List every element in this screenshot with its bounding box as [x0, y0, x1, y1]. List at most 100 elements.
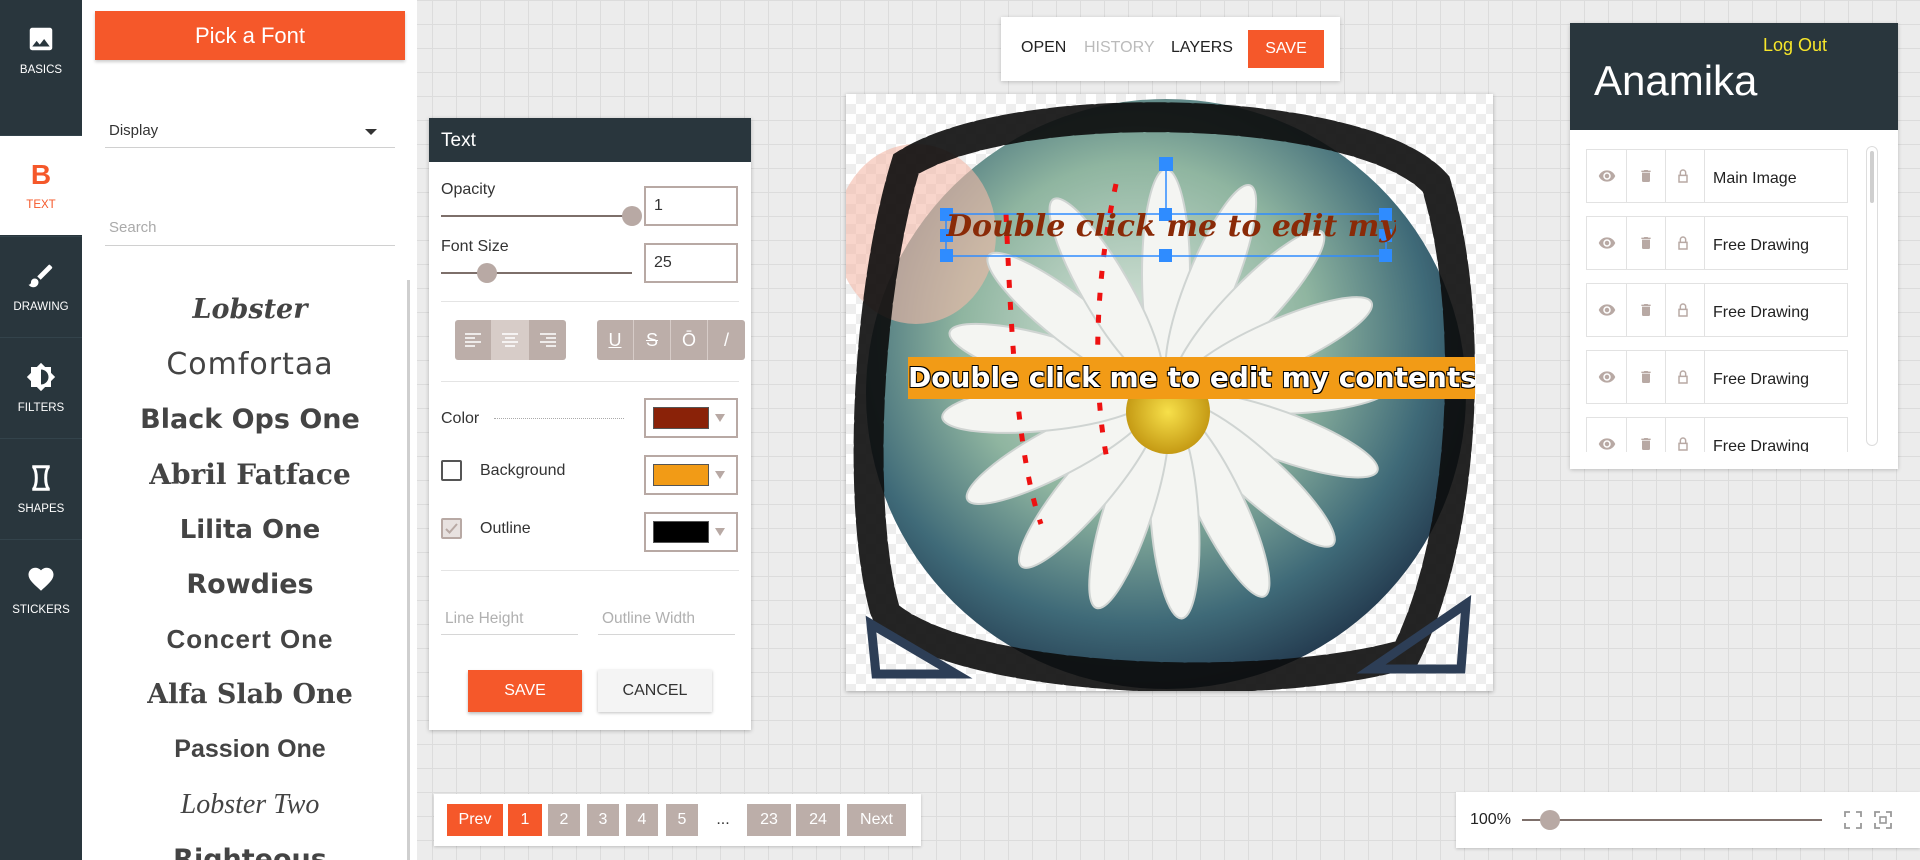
- eye-icon[interactable]: [1597, 301, 1617, 319]
- layer-separator: [1704, 284, 1705, 336]
- align-center-icon: [502, 333, 518, 347]
- page-button-23[interactable]: 23: [747, 804, 791, 836]
- font-list-scrollbar[interactable]: [407, 280, 410, 860]
- font-item-lilita-one[interactable]: Lilita One: [105, 502, 395, 557]
- font-item-concert-one[interactable]: Concert One: [105, 612, 395, 667]
- layer-row[interactable]: Free Drawing: [1586, 283, 1848, 337]
- layer-row[interactable]: Main Image: [1586, 149, 1848, 203]
- layer-separator: [1626, 284, 1627, 336]
- layer-row[interactable]: Free Drawing: [1586, 216, 1848, 270]
- text-align-group: [455, 320, 566, 360]
- eye-icon[interactable]: [1597, 435, 1617, 452]
- fullscreen-icon[interactable]: [1873, 810, 1893, 830]
- lock-icon[interactable]: [1675, 435, 1691, 452]
- layer-name: Free Drawing: [1713, 438, 1810, 452]
- zoom-slider[interactable]: [1522, 819, 1822, 821]
- trash-icon[interactable]: [1638, 368, 1654, 386]
- eye-icon[interactable]: [1597, 368, 1617, 386]
- layer-row-clip: Free Drawing: [1586, 417, 1848, 452]
- open-button[interactable]: OPEN: [1021, 39, 1066, 57]
- layer-separator: [1665, 150, 1666, 202]
- font-item-black-ops-one[interactable]: Black Ops One: [105, 392, 395, 447]
- trash-icon[interactable]: [1638, 301, 1654, 319]
- nav-drawing[interactable]: DRAWING: [0, 236, 82, 336]
- font-category-select[interactable]: Display: [105, 114, 395, 148]
- lock-icon[interactable]: [1675, 368, 1691, 386]
- next-page-button[interactable]: Next: [847, 804, 906, 836]
- pick-font-button[interactable]: Pick a Font: [95, 11, 405, 60]
- history-button[interactable]: HISTORY: [1084, 39, 1155, 57]
- layers-scrollbar-thumb[interactable]: [1870, 151, 1874, 203]
- layer-row[interactable]: Free Drawing: [1586, 350, 1848, 404]
- strikethrough-button[interactable]: S: [634, 320, 671, 360]
- save-button[interactable]: SAVE: [1248, 30, 1324, 68]
- opacity-slider[interactable]: [441, 215, 632, 217]
- background-color-picker[interactable]: [644, 455, 738, 495]
- opacity-slider-thumb[interactable]: [622, 206, 642, 226]
- layers-button[interactable]: LAYERS: [1171, 39, 1233, 57]
- page-button-2[interactable]: 2: [548, 804, 580, 836]
- outline-checkbox[interactable]: [441, 518, 462, 539]
- font-item-rowdies[interactable]: Rowdies: [105, 557, 395, 612]
- font-size-slider-thumb[interactable]: [477, 263, 497, 283]
- font-item-lobster[interactable]: Lobster: [105, 282, 395, 337]
- nav-basics[interactable]: BASICS: [0, 0, 82, 100]
- background-checkbox[interactable]: [441, 460, 462, 481]
- italic-button[interactable]: /: [708, 320, 745, 360]
- page-button-3[interactable]: 3: [587, 804, 619, 836]
- prev-page-button[interactable]: Prev: [447, 804, 503, 836]
- lock-icon[interactable]: [1675, 301, 1691, 319]
- line-height-input[interactable]: Line Height: [441, 601, 578, 635]
- nav-filters[interactable]: FILTERS: [0, 337, 82, 437]
- outline-color-picker[interactable]: [644, 512, 738, 552]
- font-item-abril-fatface[interactable]: Abril Fatface: [105, 447, 395, 502]
- font-size-slider[interactable]: [441, 272, 632, 274]
- layer-row[interactable]: Free Drawing: [1586, 417, 1848, 452]
- outline-color-swatch: [653, 521, 709, 543]
- layers-scrollbar[interactable]: [1866, 146, 1878, 446]
- trash-icon[interactable]: [1638, 234, 1654, 252]
- text-save-button[interactable]: SAVE: [468, 670, 582, 712]
- canvas-text-highlight[interactable]: Double click me to edit my contents.: [908, 357, 1475, 399]
- font-item-alfa-slab-one[interactable]: Alfa Slab One: [105, 667, 395, 722]
- lock-icon[interactable]: [1675, 167, 1691, 185]
- zoom-slider-thumb[interactable]: [1540, 810, 1560, 830]
- logout-link[interactable]: Log Out: [1763, 35, 1827, 56]
- trash-icon[interactable]: [1638, 167, 1654, 185]
- font-list: Lobster Comfortaa Black Ops One Abril Fa…: [105, 282, 395, 860]
- text-cancel-button[interactable]: CANCEL: [598, 670, 712, 712]
- align-right-button[interactable]: [529, 320, 566, 360]
- nav-shapes[interactable]: SHAPES: [0, 438, 82, 538]
- align-left-button[interactable]: [455, 320, 492, 360]
- lock-icon[interactable]: [1675, 234, 1691, 252]
- font-item-lobster-two[interactable]: Lobster Two: [105, 777, 395, 832]
- outline-width-input[interactable]: Outline Width: [598, 601, 735, 635]
- overline-button[interactable]: Ō: [671, 320, 708, 360]
- eye-icon[interactable]: [1597, 167, 1617, 185]
- font-search-input[interactable]: [105, 210, 395, 246]
- canvas-text-selected[interactable]: Double click me to edit my contents.: [946, 209, 1396, 244]
- text-color-picker[interactable]: [644, 398, 738, 438]
- underline-button[interactable]: U: [597, 320, 634, 360]
- page-ellipsis: ...: [716, 811, 730, 828]
- font-item-righteous[interactable]: Righteous: [105, 832, 395, 860]
- page-button-24[interactable]: 24: [796, 804, 840, 836]
- zoom-level: 100%: [1470, 811, 1511, 828]
- nav-text[interactable]: B TEXT: [0, 135, 82, 235]
- trash-icon[interactable]: [1638, 435, 1654, 452]
- font-item-passion-one[interactable]: Passion One: [105, 722, 395, 777]
- opacity-input[interactable]: 1: [644, 186, 738, 226]
- page-button-1[interactable]: 1: [508, 804, 542, 836]
- nav-stickers[interactable]: STICKERS: [0, 539, 82, 639]
- editor-canvas[interactable]: Double click me to edit my contents. Dou…: [846, 94, 1493, 691]
- brush-icon: [28, 264, 53, 287]
- page-button-4[interactable]: 4: [626, 804, 658, 836]
- page-button-5[interactable]: 5: [666, 804, 698, 836]
- color-label: Color: [441, 410, 480, 427]
- font-size-input[interactable]: 25: [644, 243, 738, 283]
- eye-icon[interactable]: [1597, 234, 1617, 252]
- layer-name: Free Drawing: [1713, 371, 1810, 388]
- fit-screen-icon[interactable]: [1843, 810, 1863, 830]
- font-item-comfortaa[interactable]: Comfortaa: [105, 337, 395, 392]
- align-center-button[interactable]: [492, 320, 529, 360]
